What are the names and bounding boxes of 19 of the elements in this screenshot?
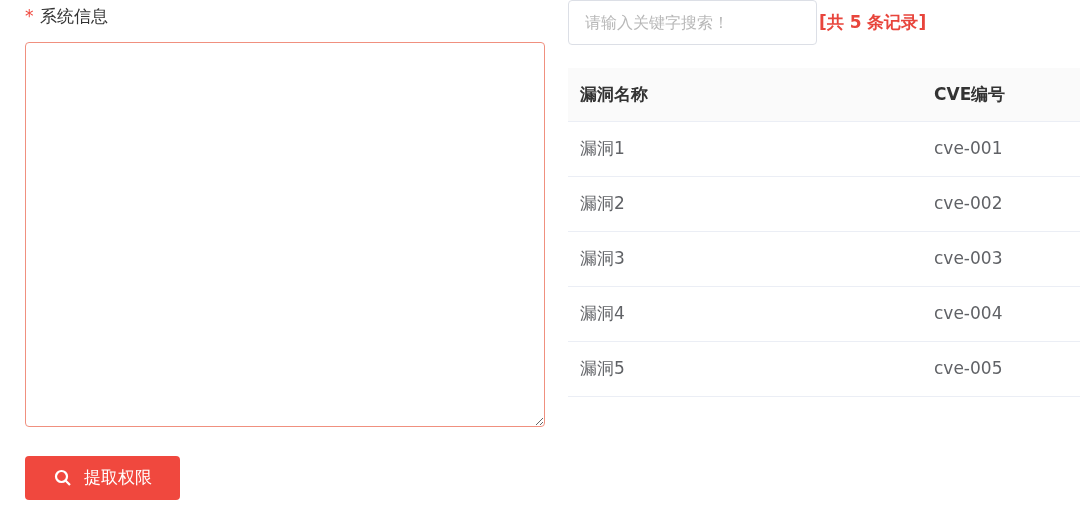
- table-cell-text: cve-002: [933, 192, 1003, 216]
- search-icon: [53, 469, 72, 487]
- table-cell-text: 漏洞2: [579, 192, 626, 216]
- table-cell-text: 漏洞3: [579, 247, 626, 271]
- input-field[interactable]: [25, 42, 545, 427]
- table-cell-text: cve-003: [933, 247, 1003, 271]
- record-count: [共 5 条记录]: [819, 11, 927, 34]
- table-cell-text: 漏洞1: [579, 137, 626, 161]
- table-cell-text: 漏洞4: [579, 302, 626, 326]
- table-cell-text: cve-004: [933, 302, 1003, 326]
- extract-button[interactable]: 提取权限: [25, 456, 180, 500]
- table-cell-text: cve-005: [933, 357, 1003, 381]
- column-header: 漏洞名称: [579, 82, 649, 106]
- column-header: CVE编号: [933, 82, 1006, 106]
- field-label: 系统信息: [39, 5, 108, 28]
- table-cell-text: 漏洞5: [579, 357, 626, 381]
- required-mark: *: [25, 5, 34, 28]
- search-field[interactable]: 请输入关键字搜索！: [568, 0, 817, 45]
- table-cell-text: cve-001: [933, 137, 1003, 161]
